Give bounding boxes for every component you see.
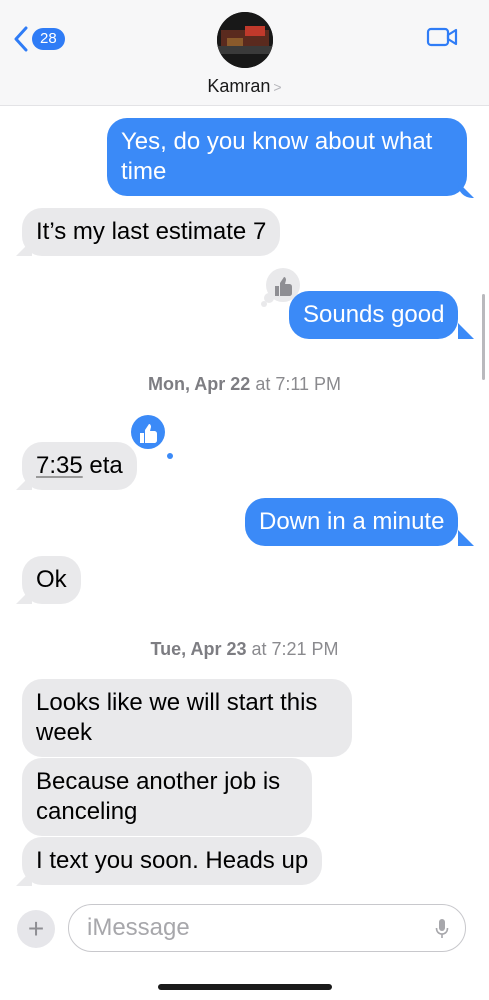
incoming-message[interactable]: 7:35 eta [22, 442, 137, 490]
outgoing-message[interactable]: Yes, do you know about what time [107, 118, 467, 196]
timestamp: Tue, Apr 23 at 7:21 PM [0, 639, 489, 660]
timestamp-time: at 7:11 PM [250, 374, 342, 394]
time-link[interactable]: 7:35 [36, 452, 83, 479]
back-button[interactable]: 28 [14, 24, 65, 54]
contact-avatar-photo [217, 12, 273, 68]
message-text: Because another job is canceling [36, 768, 281, 825]
message-text: Looks like we will start this week [36, 689, 318, 746]
bubble-tail [458, 530, 474, 546]
message-text: Sounds good [303, 301, 445, 328]
message-input-placeholder: iMessage [87, 914, 190, 941]
bubble-tail [458, 182, 474, 198]
unread-count-badge: 28 [32, 28, 65, 50]
plus-icon: + [27, 913, 45, 944]
bubble-tail [458, 323, 474, 339]
message-text: Down in a minute [259, 508, 445, 535]
timestamp-day: Mon, Apr 22 [147, 374, 251, 394]
message-text: Yes, do you know about what time [121, 128, 433, 185]
timestamp-time: at 7:21 PM [246, 639, 339, 659]
incoming-message[interactable]: Because another job is canceling [22, 758, 312, 836]
message-text: eta [82, 452, 123, 479]
message-text: Ok [36, 566, 67, 593]
incoming-message[interactable]: Looks like we will start this week [22, 679, 352, 757]
scrollbar[interactable] [482, 294, 485, 380]
video-call-button[interactable] [426, 26, 458, 53]
contact-name-link[interactable]: Kamran > [0, 76, 489, 97]
incoming-message[interactable]: I text you soon. Heads up [22, 837, 323, 885]
chevron-right-icon: > [273, 79, 282, 95]
message-text: It’s my last estimate 7 [36, 218, 267, 245]
outgoing-message[interactable]: Down in a minute [245, 498, 459, 546]
chevron-left-icon [14, 26, 28, 52]
message-input[interactable]: iMessage [68, 904, 466, 952]
conversation-header: 28 Kamran > [0, 0, 489, 106]
dictation-button[interactable] [435, 918, 449, 947]
outgoing-message[interactable]: Sounds good [289, 291, 459, 339]
avatar[interactable] [217, 12, 273, 68]
timestamp-day: Tue, Apr 23 [150, 639, 247, 659]
incoming-message[interactable]: It’s my last estimate 7 [22, 208, 281, 256]
microphone-icon [435, 919, 449, 938]
home-indicator[interactable] [158, 984, 332, 990]
message-text: I text you soon. Heads up [36, 847, 309, 874]
timestamp: Mon, Apr 22 at 7:11 PM [0, 374, 489, 395]
apps-plus-button[interactable]: + [17, 910, 55, 948]
contact-name: Kamran [207, 76, 271, 96]
video-camera-icon [426, 27, 458, 47]
